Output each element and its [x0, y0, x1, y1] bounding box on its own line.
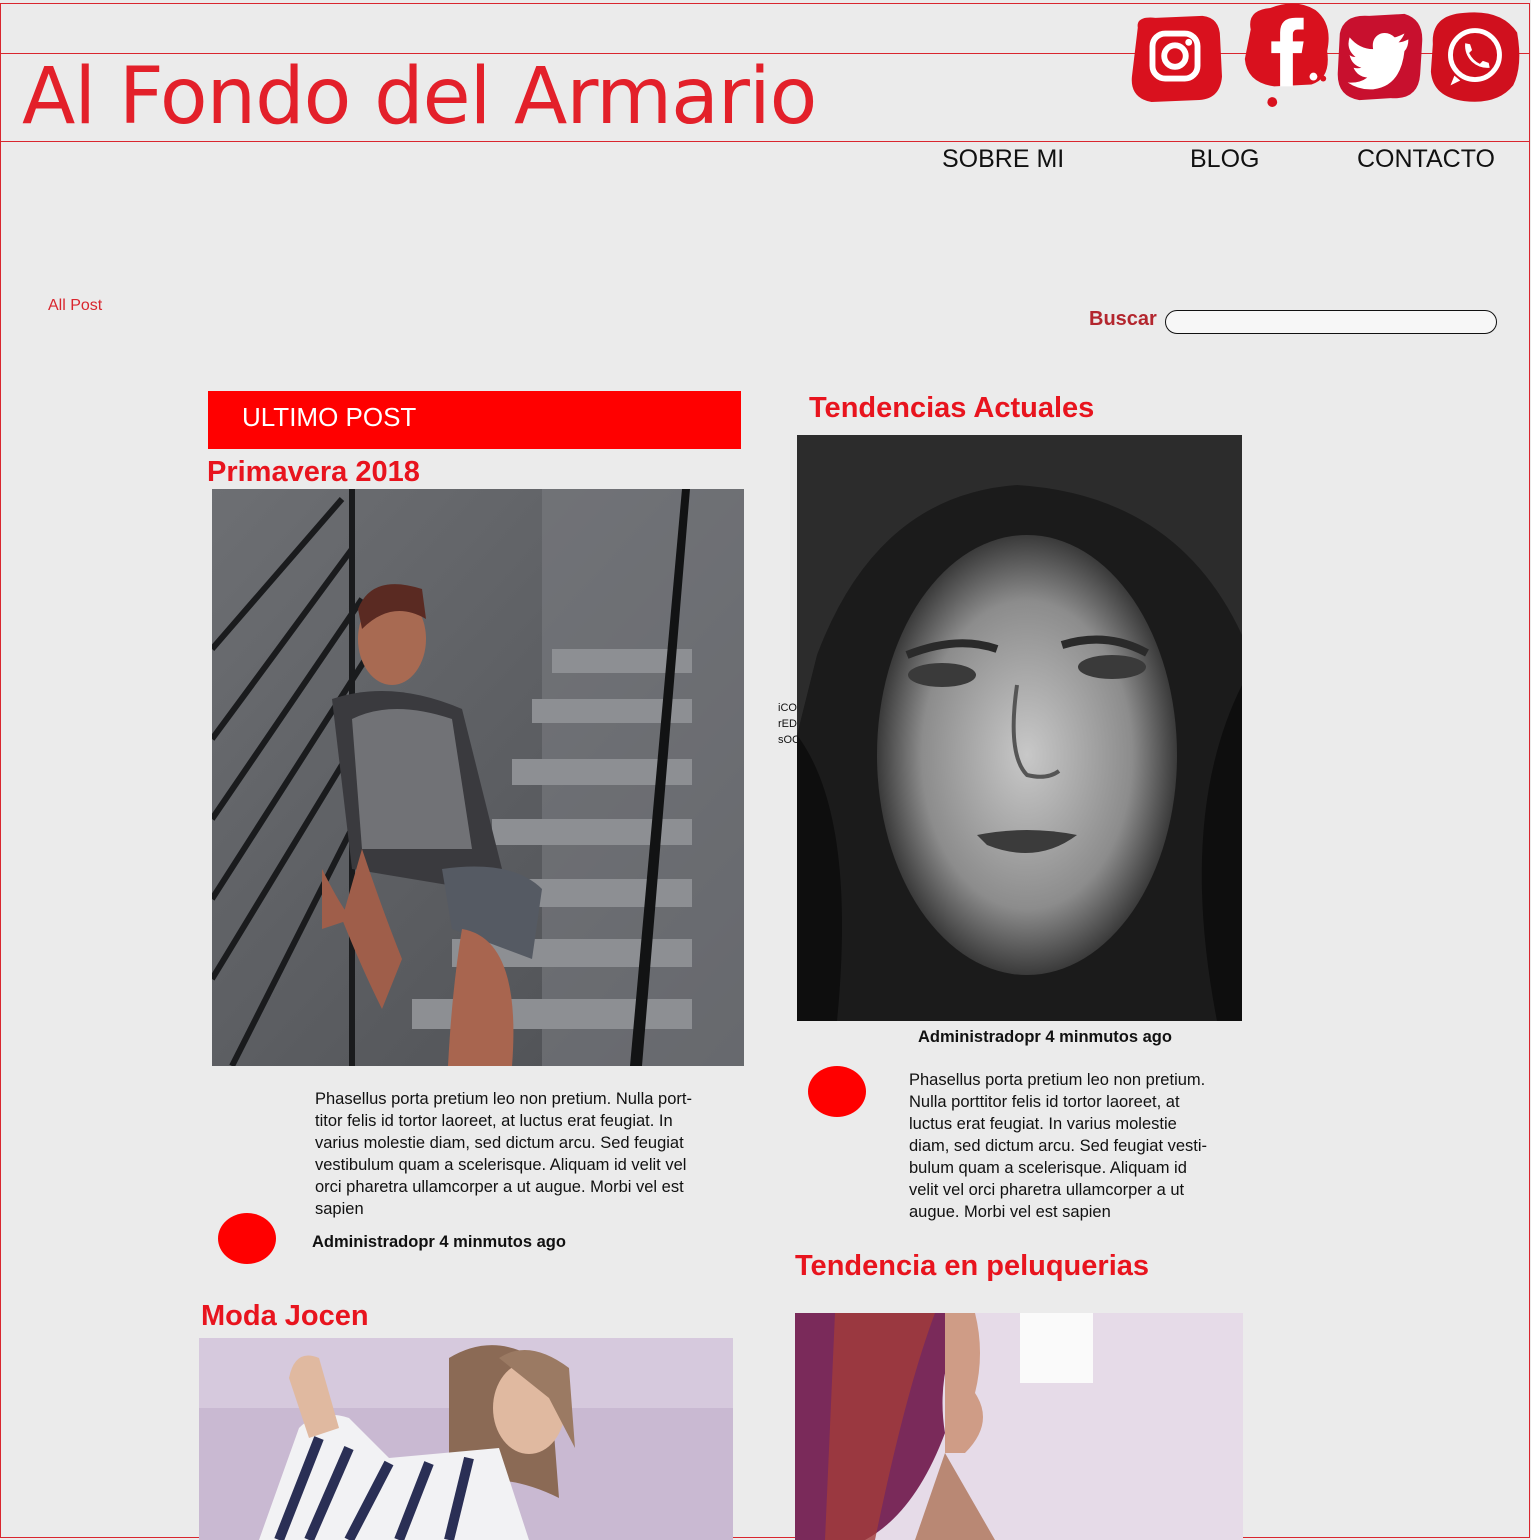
author-avatar[interactable]	[218, 1213, 276, 1264]
post-excerpt-tendencias: Phasellus porta pretium leo non pretium.…	[909, 1071, 1208, 1221]
post-title-peluquerias[interactable]: Tendencia en peluquerias	[795, 1249, 1149, 1283]
post-meta-tendencias: Administradopr 4 minmutos ago	[918, 1028, 1172, 1046]
author-avatar[interactable]	[808, 1066, 866, 1117]
stray-social-label: iCO rED sOC	[778, 702, 798, 746]
post-image-primavera[interactable]	[212, 489, 744, 1066]
post-title-tendencias[interactable]: Tendencias Actuales	[809, 391, 1094, 425]
all-post-link[interactable]: All Post	[48, 297, 102, 315]
post-image-peluquerias[interactable]	[795, 1313, 1243, 1540]
latest-post-banner: ULTIMO POST	[208, 391, 741, 449]
post-excerpt-primavera: Phasellus porta pretium leo non pretium.…	[315, 1090, 692, 1218]
facebook-icon[interactable]	[1237, 0, 1335, 114]
nav-contacto[interactable]: CONTACTO	[1357, 143, 1495, 175]
post-title-primavera[interactable]: Primavera 2018	[207, 455, 420, 489]
whatsapp-icon[interactable]	[1425, 6, 1523, 106]
site-title[interactable]: Al Fondo del Armario	[22, 54, 817, 140]
nav-blog[interactable]: BLOG	[1190, 143, 1259, 175]
nav-sobre-mi[interactable]: SOBRE MI	[942, 143, 1064, 175]
post-image-moda[interactable]	[199, 1338, 733, 1540]
post-meta-primavera: Administradopr 4 minmutos ago	[312, 1233, 566, 1251]
search-input[interactable]	[1165, 310, 1497, 334]
search-label: Buscar	[1089, 308, 1157, 330]
twitter-icon[interactable]	[1330, 10, 1428, 104]
instagram-icon[interactable]	[1126, 10, 1224, 104]
latest-post-label: ULTIMO POST	[242, 402, 417, 432]
post-image-tendencias[interactable]	[797, 435, 1242, 1021]
post-title-moda[interactable]: Moda Jocen	[201, 1299, 369, 1333]
